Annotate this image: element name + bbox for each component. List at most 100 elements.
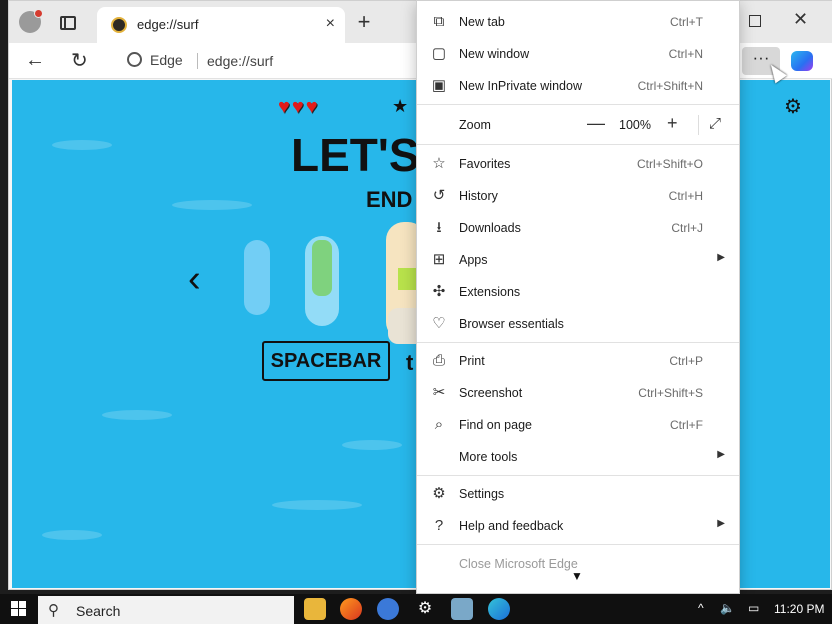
menu-item-label: Favorites	[459, 157, 511, 171]
menu-item-label: Settings	[459, 487, 505, 501]
copilot-icon[interactable]	[791, 51, 813, 71]
wave	[342, 440, 402, 450]
menu-item-new-inprivate-window[interactable]: ▣ New InPrivate window Ctrl+Shift+N	[417, 70, 739, 102]
vertical-tabs-icon[interactable]	[60, 16, 76, 30]
menu-item-shortcut: Ctrl+F	[670, 418, 703, 432]
menu-item-shortcut: Ctrl+Shift+N	[637, 79, 703, 93]
taskbar-search[interactable]: ⚲ Search	[38, 596, 294, 624]
menu-item-shortcut: Ctrl+H	[668, 189, 703, 203]
volume-icon[interactable]: 🔈	[720, 601, 735, 615]
menu-item-shortcut: Ctrl+P	[669, 354, 703, 368]
menu-item-screenshot[interactable]: ✂ Screenshot Ctrl+Shift+S	[417, 377, 739, 409]
site-chip-label: Edge	[150, 52, 183, 68]
spacebar-key-hint: SPACEBAR	[262, 341, 390, 381]
file-explorer-icon[interactable]	[304, 598, 326, 620]
game-subtitle: END	[366, 187, 413, 212]
game-title: LET'S	[291, 129, 420, 181]
previous-character-arrow[interactable]: ‹	[188, 258, 201, 301]
menu-item-label: Print	[459, 354, 485, 368]
help-icon: ?	[434, 517, 444, 534]
menu-item-browser-essentials[interactable]: ♡ Browser essentials	[417, 308, 739, 340]
menu-item-shortcut: Ctrl+T	[670, 15, 703, 29]
menu-item-new-tab[interactable]: ⧉ New tab Ctrl+T	[417, 6, 739, 38]
menu-item-label: Zoom	[459, 118, 491, 132]
menu-item-label: Browser essentials	[459, 317, 564, 331]
menu-item-extensions[interactable]: ✣ Extensions	[417, 276, 739, 308]
control-panel-icon[interactable]	[451, 598, 473, 620]
menu-scroll-down-icon[interactable]: ▼	[571, 569, 583, 583]
menu-item-shortcut: Ctrl+Shift+S	[638, 386, 703, 400]
submenu-arrow-icon: ▶	[717, 518, 725, 529]
back-icon[interactable]: ←	[25, 49, 45, 72]
menu-item-label: Find on page	[459, 418, 532, 432]
address-url[interactable]: edge://surf	[207, 53, 273, 69]
history-icon: ↺	[432, 187, 446, 204]
network-icon[interactable]: ▭	[748, 601, 759, 615]
menu-item-close-edge-partial[interactable]: Close Microsoft Edge	[459, 557, 578, 571]
wave	[102, 410, 172, 420]
address-divider	[197, 53, 198, 69]
settings-and-more-menu: ⧉ New tab Ctrl+T ▢ New window Ctrl+N ▣ N…	[416, 0, 740, 594]
new-tab-icon: ⧉	[433, 13, 445, 30]
game-settings-icon[interactable]: ⚙	[784, 94, 802, 119]
menu-item-more-tools[interactable]: More tools ▶	[417, 441, 739, 473]
menu-item-label: Extensions	[459, 285, 521, 299]
zoom-out-button[interactable]: —	[587, 113, 605, 134]
edge-taskbar-icon[interactable]	[488, 598, 510, 620]
fullscreen-icon[interactable]: ⤢	[709, 115, 721, 132]
menu-item-label: New window	[459, 47, 530, 61]
tab-surf[interactable]: edge://surf ×	[97, 7, 345, 43]
menu-divider	[417, 144, 739, 145]
menu-divider	[417, 544, 739, 545]
spacebar-hint-text: t	[406, 350, 414, 375]
chrome-icon[interactable]	[377, 598, 399, 620]
new-window-icon: ▢	[431, 45, 447, 62]
submenu-arrow-icon: ▶	[717, 449, 725, 460]
window-close-icon[interactable]: ✕	[793, 9, 808, 30]
menu-item-downloads[interactable]: ⭳ Downloads Ctrl+J	[417, 212, 739, 244]
menu-divider	[417, 342, 739, 343]
menu-item-zoom: Zoom — 100% + ⤢	[417, 109, 739, 141]
lives-hearts: ♥♥♥	[278, 96, 320, 118]
address-bar[interactable]: Edge edge://surf	[113, 47, 443, 75]
menu-item-print[interactable]: ⎙ Print Ctrl+P	[417, 345, 739, 377]
maximize-icon[interactable]	[749, 15, 761, 27]
menu-item-settings[interactable]: ⚙ Settings	[417, 478, 739, 510]
tray-chevron-icon[interactable]: ^	[698, 601, 704, 615]
new-tab-button[interactable]: +	[349, 9, 379, 35]
surfer-body	[312, 240, 332, 296]
menu-item-label: New tab	[459, 15, 505, 29]
start-button-icon[interactable]	[11, 601, 26, 616]
surf-favicon-icon	[111, 17, 127, 33]
edge-logo-icon	[127, 52, 142, 67]
tab-title: edge://surf	[137, 17, 199, 32]
windows-taskbar: ⚲ Search ⚙ ^ 🔈 ▭ 11:20 PM	[0, 594, 832, 624]
downloads-icon: ⭳	[436, 219, 442, 236]
screenshot-icon: ✂	[432, 384, 446, 401]
menu-item-favorites[interactable]: ☆ Favorites Ctrl+Shift+O	[417, 148, 739, 180]
menu-item-new-window[interactable]: ▢ New window Ctrl+N	[417, 38, 739, 70]
tab-close-icon[interactable]: ×	[326, 15, 335, 33]
menu-item-history[interactable]: ↺ History Ctrl+H	[417, 180, 739, 212]
search-label: Search	[76, 603, 121, 619]
taskbar-clock[interactable]: 11:20 PM	[774, 602, 824, 616]
menu-item-label: More tools	[459, 450, 518, 464]
menu-item-apps[interactable]: ⊞ Apps ▶	[417, 244, 739, 276]
firefox-icon[interactable]	[340, 598, 362, 620]
wave	[52, 140, 112, 150]
surfer-character-faded[interactable]	[244, 240, 270, 315]
menu-item-label: New InPrivate window	[459, 79, 582, 93]
menu-item-label: Screenshot	[459, 386, 523, 400]
refresh-icon[interactable]: ↻	[71, 48, 88, 73]
profile-avatar[interactable]	[19, 9, 43, 33]
zoom-in-button[interactable]: +	[667, 113, 678, 134]
menu-item-find-on-page[interactable]: ⌕ Find on page Ctrl+F	[417, 409, 739, 441]
menu-item-shortcut: Ctrl+N	[668, 47, 703, 61]
site-chip[interactable]: Edge	[127, 52, 183, 68]
settings-app-icon[interactable]: ⚙	[414, 598, 436, 620]
menu-item-shortcut: Ctrl+J	[671, 221, 703, 235]
print-icon: ⎙	[432, 352, 445, 369]
wave	[172, 200, 252, 210]
inprivate-icon: ▣	[431, 77, 447, 94]
menu-item-help-and-feedback[interactable]: ? Help and feedback ▶	[417, 510, 739, 542]
